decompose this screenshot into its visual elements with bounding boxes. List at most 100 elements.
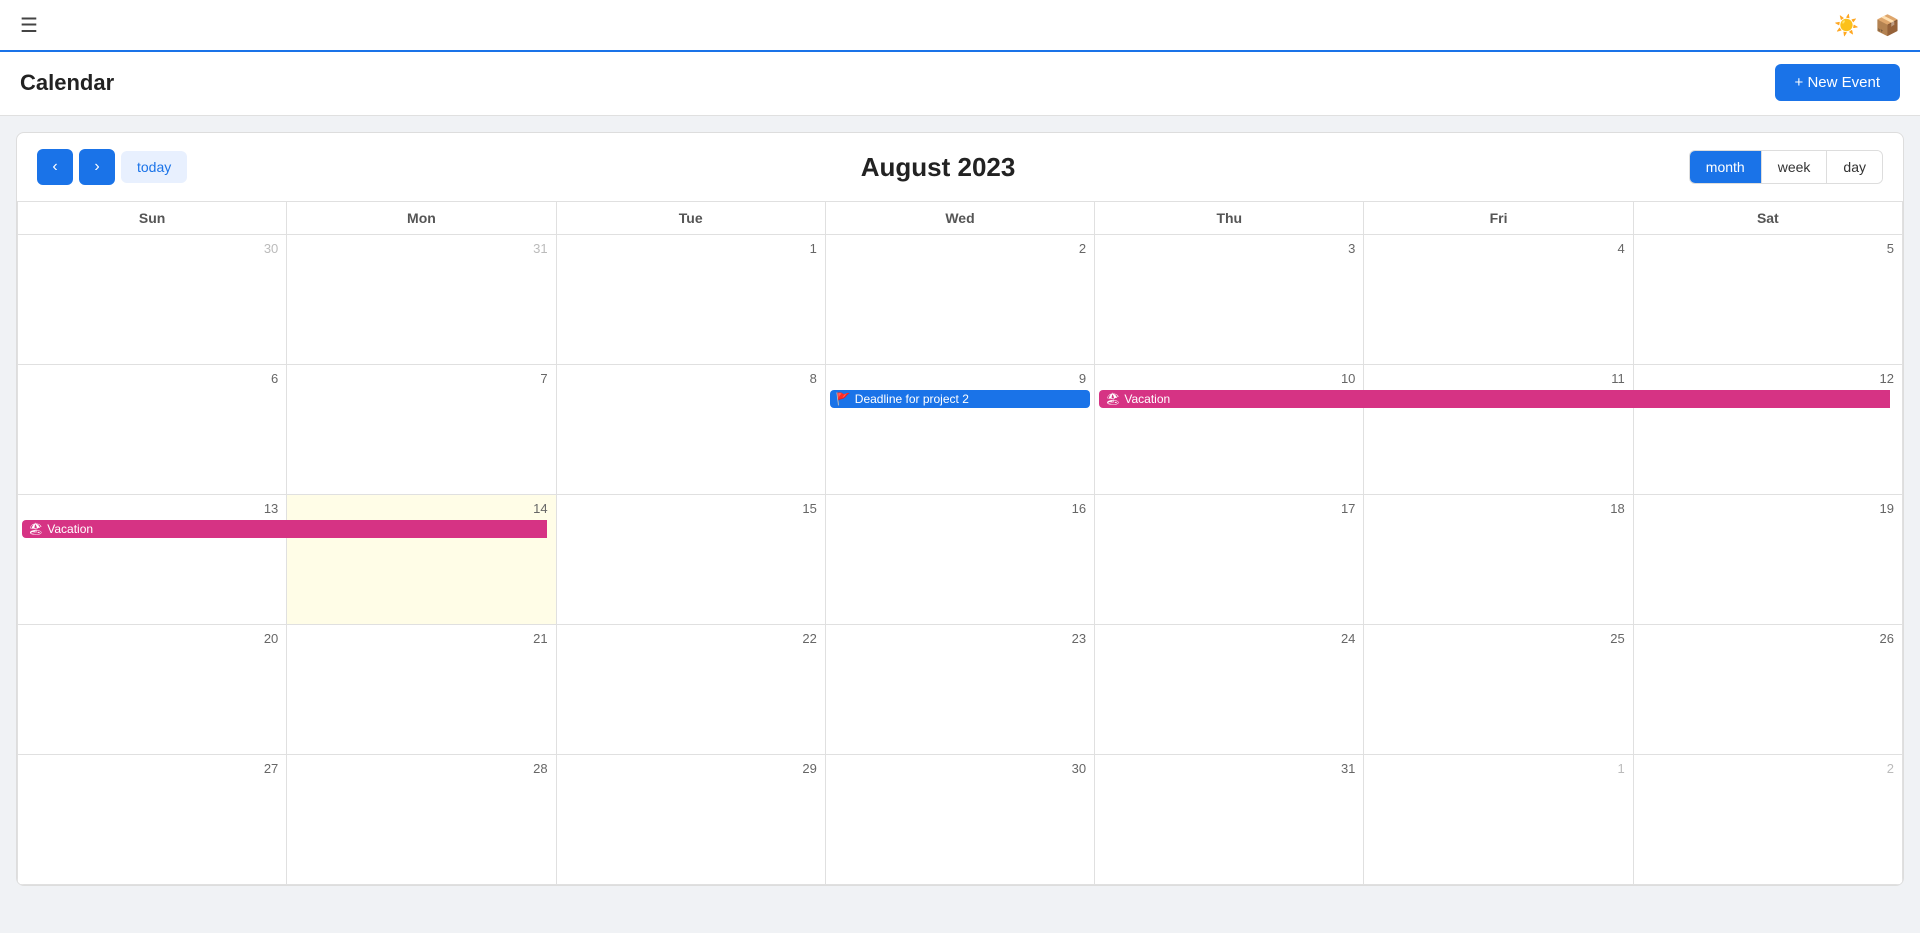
day-number: 30 [22,239,282,260]
sun-icon[interactable]: ☀️ [1834,13,1859,38]
view-toggle: month week day [1689,150,1883,184]
month-view-button[interactable]: month [1690,151,1762,183]
day-cell[interactable]: 27 [18,755,287,885]
vacation2-event-icon: 🏖 [28,522,43,536]
day-cell[interactable]: 4 [1364,235,1633,365]
day-number: 31 [291,239,551,260]
day-cell[interactable]: 10 🏖 Vacation [1095,365,1364,495]
day-number: 7 [291,369,551,390]
day-cell[interactable]: 23 [825,625,1094,755]
day-cell[interactable]: 20 [18,625,287,755]
vacation-event-start[interactable]: 🏖 Vacation [1099,390,1890,408]
day-number: 24 [1099,629,1359,650]
day-number: 23 [830,629,1090,650]
prev-month-button[interactable]: ‹ [37,149,73,185]
table-row: 30 31 1 2 3 4 5 [18,235,1903,365]
hamburger-icon[interactable]: ☰ [20,13,38,38]
deadline-event[interactable]: 🚩 Deadline for project 2 [830,390,1090,408]
week-view-button[interactable]: week [1762,151,1828,183]
day-number: 16 [830,499,1090,520]
vacation-event-icon: 🏖 [1105,392,1120,406]
today-button[interactable]: today [121,151,187,183]
table-row: 13 🏖 Vacation 14 12:09p New event 15 [18,495,1903,625]
day-number: 1 [1368,759,1628,780]
top-bar-left: ☰ [20,13,38,38]
day-cell[interactable]: 7 [287,365,556,495]
calendar-container: ‹ › today August 2023 month week day Sun… [16,132,1904,886]
day-number: 27 [22,759,282,780]
day-number: 3 [1099,239,1359,260]
col-sun: Sun [18,202,287,235]
col-wed: Wed [825,202,1094,235]
table-row: 20 21 22 23 24 25 26 [18,625,1903,755]
day-cell[interactable]: 3 [1095,235,1364,365]
day-cell[interactable]: 31 [287,235,556,365]
day-cell[interactable]: 9 🚩 Deadline for project 2 [825,365,1094,495]
top-bar-right: ☀️ 📦 [1834,13,1900,38]
day-cell[interactable]: 1 [556,235,825,365]
day-cell[interactable]: 29 [556,755,825,885]
day-number: 2 [1638,759,1898,780]
calendar-month-title: August 2023 [861,152,1016,183]
day-view-button[interactable]: day [1827,151,1882,183]
day-cell[interactable]: 22 [556,625,825,755]
day-cell[interactable]: 8 [556,365,825,495]
day-cell[interactable]: 13 🏖 Vacation [18,495,287,625]
day-number: 29 [561,759,821,780]
day-number: 18 [1368,499,1628,520]
top-bar: ☰ ☀️ 📦 [0,0,1920,52]
day-cell[interactable]: 26 [1633,625,1902,755]
calendar-toolbar: ‹ › today August 2023 month week day [17,133,1903,201]
day-number: 30 [830,759,1090,780]
day-cell[interactable]: 1 [1364,755,1633,885]
day-cell[interactable]: 2 [1633,755,1902,885]
calendar-header-row: Sun Mon Tue Wed Thu Fri Sat [18,202,1903,235]
day-cell[interactable]: 30 [18,235,287,365]
vacation2-event-start[interactable]: 🏖 Vacation [22,520,547,538]
day-number: 22 [561,629,821,650]
day-number: 26 [1638,629,1898,650]
day-number: 5 [1638,239,1898,260]
day-number: 25 [1368,629,1628,650]
day-cell[interactable]: 31 [1095,755,1364,885]
day-cell[interactable]: 17 [1095,495,1364,625]
day-cell[interactable]: 15 [556,495,825,625]
day-cell[interactable]: 21 [287,625,556,755]
day-cell[interactable]: 5 [1633,235,1902,365]
day-cell[interactable]: 12 [1633,365,1902,495]
day-number: 2 [830,239,1090,260]
day-cell[interactable]: 28 [287,755,556,885]
day-number: 28 [291,759,551,780]
next-month-button[interactable]: › [79,149,115,185]
day-cell[interactable]: 2 [825,235,1094,365]
day-number: 4 [1368,239,1628,260]
day-cell[interactable]: 11 [1364,365,1633,495]
day-number: 20 [22,629,282,650]
day-cell[interactable]: 30 [825,755,1094,885]
day-cell[interactable]: 6 [18,365,287,495]
day-cell[interactable]: 16 [825,495,1094,625]
box-icon[interactable]: 📦 [1875,13,1900,38]
new-event-button[interactable]: + New Event [1775,64,1900,101]
day-cell[interactable]: 25 [1364,625,1633,755]
day-cell-highlight[interactable]: 14 12:09p New event [287,495,556,625]
day-number: 12 [1638,369,1898,390]
vacation-event-label: Vacation [1124,392,1170,406]
page-title: Calendar [20,70,114,96]
day-number: 15 [561,499,821,520]
calendar-nav: ‹ › today [37,149,187,185]
col-mon: Mon [287,202,556,235]
day-number: 8 [561,369,821,390]
day-number: 13 [22,499,282,520]
table-row: 6 7 8 9 🚩 Deadline for project 2 10 [18,365,1903,495]
day-cell[interactable]: 19 [1633,495,1902,625]
table-row: 27 28 29 30 31 1 2 [18,755,1903,885]
day-number: 1 [561,239,821,260]
day-number: 10 [1099,369,1359,390]
day-number: 11 [1368,369,1628,390]
day-cell[interactable]: 24 [1095,625,1364,755]
page-header: Calendar + New Event [0,52,1920,116]
day-cell[interactable]: 18 [1364,495,1633,625]
col-thu: Thu [1095,202,1364,235]
day-number: 21 [291,629,551,650]
